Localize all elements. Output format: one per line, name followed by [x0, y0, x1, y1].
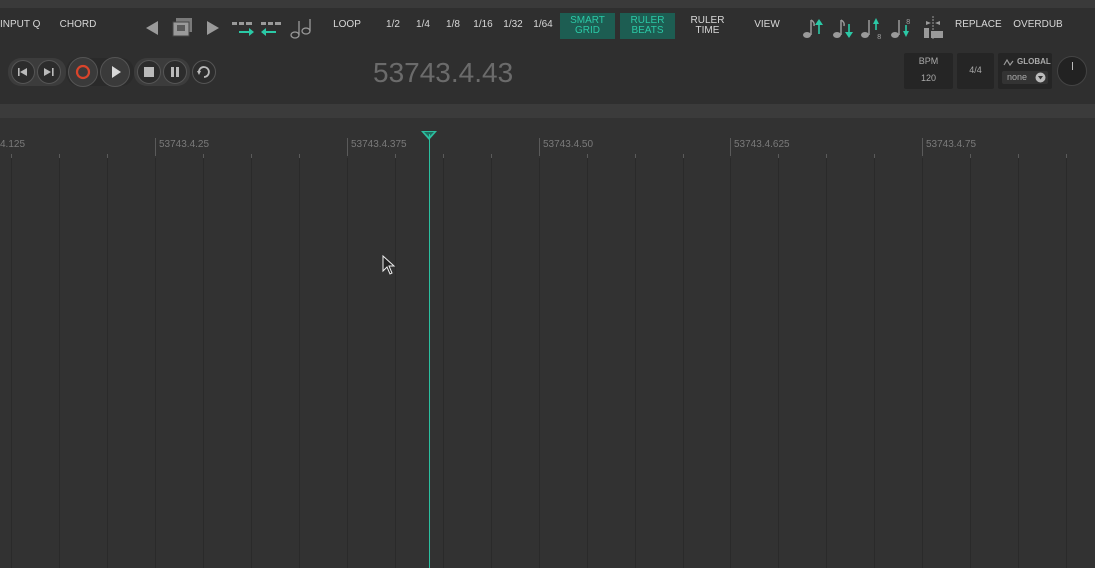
- quantize-icon[interactable]: [922, 15, 944, 41]
- copy-clip-icon[interactable]: [172, 17, 194, 39]
- stop-icon: [144, 67, 154, 77]
- play-button[interactable]: [100, 57, 130, 87]
- ruler-beats-line2: BEATS: [631, 25, 664, 36]
- ruler-label: 53743.4.375: [351, 139, 407, 150]
- bpm-label: BPM: [918, 56, 939, 66]
- grid-line: [203, 158, 204, 568]
- grid-line: [970, 158, 971, 568]
- time-signature-value[interactable]: 4/4: [957, 65, 994, 75]
- previous-arrow-icon[interactable]: [144, 20, 160, 36]
- record-icon: [75, 64, 91, 80]
- octave-down-icon[interactable]: 8: [890, 16, 916, 40]
- global-groove-panel[interactable]: GLOBAL none: [998, 53, 1052, 89]
- global-dropdown-value: none: [1007, 72, 1028, 82]
- grid-line: [635, 158, 636, 568]
- grid-line: [11, 158, 12, 568]
- grid-line: [730, 158, 731, 568]
- overdub-button[interactable]: OVERDUB: [1012, 20, 1064, 30]
- octave-up-icon[interactable]: 8: [860, 16, 886, 40]
- grid-line: [1018, 158, 1019, 568]
- mouse-cursor-icon: [382, 255, 396, 275]
- volume-knob[interactable]: [1057, 56, 1087, 86]
- skip-back-icon: [18, 68, 27, 76]
- skip-forward-icon: [44, 68, 54, 76]
- input-q-button[interactable]: INPUT Q: [0, 20, 40, 30]
- ruler-label: 53743.4.25: [159, 139, 210, 150]
- go-to-start-button[interactable]: [11, 60, 35, 84]
- top-strip: [0, 0, 1095, 8]
- stop-button[interactable]: [137, 60, 161, 84]
- grid-line: [922, 158, 923, 568]
- move-notes-right-icon[interactable]: [231, 18, 255, 38]
- note-up-icon[interactable]: [802, 16, 824, 40]
- chord-button[interactable]: CHORD: [58, 20, 98, 30]
- ruler-beats-toggle[interactable]: RULER BEATS: [620, 13, 675, 39]
- grid-line: [59, 158, 60, 568]
- note-down-icon[interactable]: [832, 16, 854, 40]
- grid-sixteenth-button[interactable]: 1/16: [470, 20, 496, 30]
- replace-button[interactable]: REPLACE: [955, 20, 1002, 30]
- ruler-time-toggle[interactable]: RULER TIME: [680, 13, 735, 39]
- grid-line: [1066, 158, 1067, 568]
- ruler-label: 53743.4.625: [734, 139, 790, 150]
- time-signature-panel[interactable]: 4/4: [957, 53, 994, 89]
- ruler-separator: [0, 104, 1095, 118]
- loop-toggle-button[interactable]: [192, 60, 216, 84]
- grid-line: [826, 158, 827, 568]
- pause-button[interactable]: [163, 60, 187, 84]
- ruler-label: 4.125: [0, 139, 26, 150]
- bpm-value[interactable]: 120: [904, 73, 953, 83]
- view-button[interactable]: VIEW: [750, 20, 784, 30]
- grid-thirtysecond-button[interactable]: 1/32: [500, 20, 526, 30]
- go-to-end-button[interactable]: [37, 60, 61, 84]
- grid-eighth-button[interactable]: 1/8: [442, 20, 464, 30]
- grid-line: [491, 158, 492, 568]
- smart-grid-toggle[interactable]: SMART GRID: [560, 13, 615, 39]
- play-icon: [112, 66, 121, 78]
- ruler-label: 53743.4.50: [543, 139, 594, 150]
- note-duration-icon[interactable]: [290, 17, 314, 39]
- groove-icon: [1003, 58, 1014, 66]
- grid-line: [443, 158, 444, 568]
- grid-line: [874, 158, 875, 568]
- grid-line: [539, 158, 540, 568]
- ruler-time-line2: TIME: [695, 25, 720, 36]
- grid-line: [251, 158, 252, 568]
- loop-icon: [197, 66, 210, 78]
- chevron-down-icon: [1035, 72, 1046, 83]
- timeline-ruler[interactable]: [0, 118, 1095, 158]
- loop-button[interactable]: LOOP: [330, 20, 364, 30]
- knob-indicator: [1072, 62, 1073, 70]
- grid-line: [587, 158, 588, 568]
- grid-quarter-button[interactable]: 1/4: [412, 20, 434, 30]
- grid-line: [683, 158, 684, 568]
- grid-line: [155, 158, 156, 568]
- move-notes-left-icon[interactable]: [260, 18, 284, 38]
- global-label: GLOBAL: [1017, 57, 1051, 66]
- position-timecode[interactable]: 53743.4.43: [373, 55, 573, 91]
- grid-line: [107, 158, 108, 568]
- svg-text:8: 8: [906, 18, 910, 26]
- grid-half-button[interactable]: 1/2: [382, 20, 404, 30]
- pause-icon: [171, 67, 179, 77]
- bpm-panel[interactable]: BPM 120: [904, 53, 953, 89]
- playhead-line[interactable]: [429, 134, 430, 568]
- note-grid[interactable]: [0, 158, 1095, 568]
- record-button[interactable]: [68, 57, 98, 87]
- smart-grid-line2: GRID: [575, 25, 600, 36]
- svg-text:8: 8: [877, 33, 881, 40]
- ruler-label: 53743.4.75: [926, 139, 977, 150]
- next-arrow-icon[interactable]: [205, 20, 221, 36]
- grid-line: [299, 158, 300, 568]
- global-dropdown[interactable]: none: [1002, 71, 1048, 84]
- grid-sixtyfourth-button[interactable]: 1/64: [530, 20, 556, 30]
- grid-line: [347, 158, 348, 568]
- grid-line: [395, 158, 396, 568]
- toolbar: INPUT Q CHORD LOOP 1/2 1/4 1/8 1/16 1/32…: [0, 8, 1095, 46]
- grid-line: [778, 158, 779, 568]
